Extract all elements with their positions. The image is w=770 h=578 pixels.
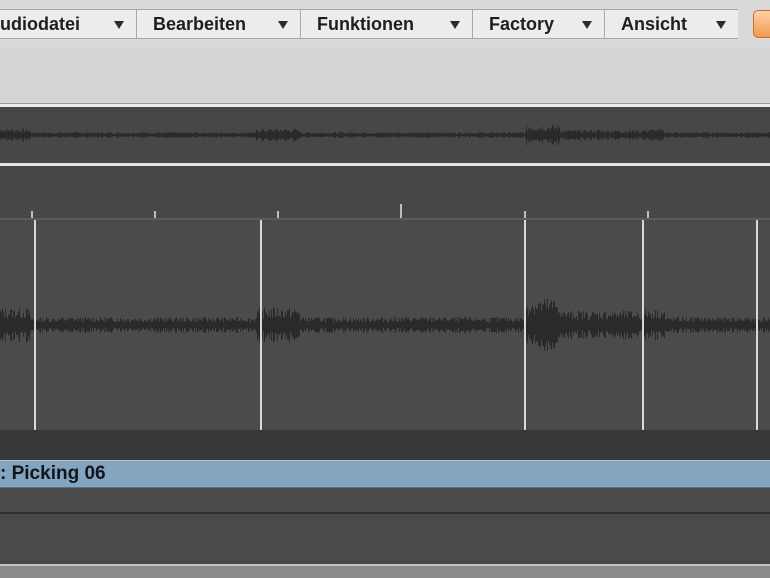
accent-toggle-button[interactable]: [753, 10, 770, 38]
waveform-footer: [0, 430, 770, 460]
menu-edit[interactable]: Bearbeiten: [137, 10, 301, 38]
region-marker-line[interactable]: [756, 220, 758, 430]
ruler-ticks: [31, 204, 649, 218]
region-name: : Picking 06: [0, 463, 106, 484]
menu-functions-label: Funktionen: [317, 13, 414, 34]
region-lane[interactable]: [0, 488, 770, 514]
overview-waveform-path: [0, 124, 770, 146]
overview-waveform[interactable]: [0, 107, 770, 163]
ruler-tick: [400, 204, 402, 218]
chevron-down-icon: [450, 21, 460, 29]
region-header[interactable]: : Picking 06: [0, 460, 770, 488]
region-marker-line[interactable]: [34, 220, 36, 430]
chevron-down-icon: [114, 21, 124, 29]
time-ruler[interactable]: [0, 166, 770, 218]
region-marker-line[interactable]: [524, 220, 526, 430]
menu-view-label: Ansicht: [621, 13, 688, 34]
menu-view[interactable]: Ansicht: [605, 10, 738, 38]
region-marker-line[interactable]: [642, 220, 644, 430]
overview-waveform-graphic: [0, 124, 770, 146]
chevron-down-icon: [716, 21, 726, 29]
menu-audio-file[interactable]: udiodatei: [0, 10, 137, 38]
menu-bar: udiodatei Bearbeiten Funktionen Factory …: [0, 0, 770, 48]
menu-strip: udiodatei Bearbeiten Funktionen Factory …: [0, 9, 738, 39]
waveform-display[interactable]: [0, 220, 770, 430]
chevron-down-icon: [582, 21, 592, 29]
ruler-tick: [277, 211, 279, 218]
ruler-tick: [31, 211, 33, 218]
menu-audio-file-label: udiodatei: [0, 13, 80, 34]
horizontal-scrollbar[interactable]: [0, 564, 770, 578]
toolbar: [0, 48, 770, 104]
chevron-down-icon: [278, 21, 288, 29]
waveform-path: [0, 299, 770, 351]
menu-functions[interactable]: Funktionen: [301, 10, 473, 38]
menu-edit-label: Bearbeiten: [153, 13, 247, 34]
menu-factory-label: Factory: [489, 13, 555, 34]
audio-editor-window: udiodatei Bearbeiten Funktionen Factory …: [0, 0, 770, 578]
region-marker-line[interactable]: [260, 220, 262, 430]
menu-factory[interactable]: Factory: [473, 10, 605, 38]
ruler-tick: [647, 211, 649, 218]
empty-lane[interactable]: [0, 514, 770, 564]
ruler-tick: [154, 211, 156, 218]
ruler-tick: [524, 211, 526, 218]
main-waveform-graphic: [0, 220, 770, 430]
